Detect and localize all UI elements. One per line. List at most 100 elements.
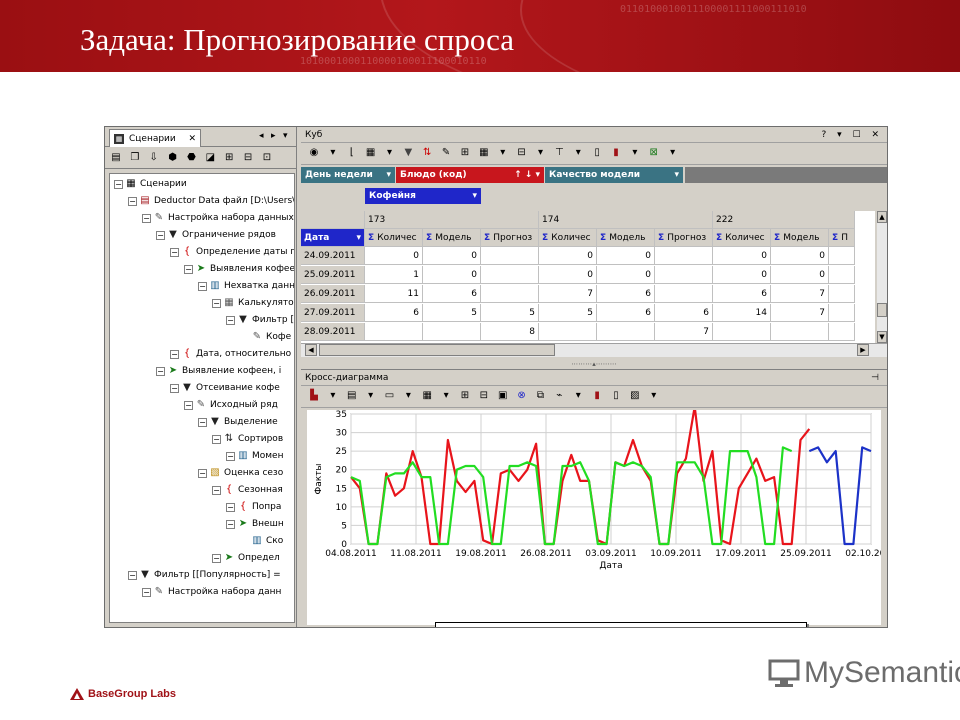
tree-node[interactable]: − ✎ Настройка набора данных bbox=[142, 210, 294, 226]
cube-horizontal-scrollbar[interactable]: ◀ ▶ bbox=[301, 343, 887, 357]
chevron-down-icon[interactable]: ▾ bbox=[666, 146, 680, 160]
table-cell[interactable] bbox=[655, 285, 713, 303]
tree-expand-toggle[interactable]: − bbox=[226, 502, 235, 512]
table-cell[interactable]: 0 bbox=[539, 266, 597, 284]
properties-icon[interactable]: ▤ bbox=[109, 151, 123, 165]
chevron-down-icon[interactable]: ▾ bbox=[401, 389, 415, 403]
chevron-down-icon[interactable]: ▾ bbox=[674, 167, 679, 183]
chevron-down-icon[interactable]: ▾ bbox=[571, 146, 585, 160]
series-icon[interactable]: ▤ bbox=[345, 389, 359, 403]
chevron-down-icon[interactable]: ▾ bbox=[647, 389, 661, 403]
close-icon[interactable]: ✕ bbox=[188, 131, 196, 147]
chevron-down-icon[interactable]: ▾ bbox=[326, 389, 340, 403]
tree-node[interactable]: − ▼ Выделение bbox=[198, 414, 278, 430]
panel-splitter[interactable]: ⋯⋯⋯▴⋯⋯⋯ bbox=[301, 359, 887, 369]
scroll-right-icon[interactable]: ▶ bbox=[857, 344, 869, 356]
table-cell[interactable]: 6 bbox=[597, 285, 655, 303]
tree-expand-toggle[interactable]: − bbox=[170, 247, 179, 257]
table-cell[interactable]: 0 bbox=[365, 247, 423, 265]
chevron-down-icon[interactable]: ▾ bbox=[326, 146, 340, 160]
tree-node[interactable]: − ➤ Определ bbox=[212, 550, 280, 566]
tree-node[interactable]: ▥ Ско bbox=[240, 533, 283, 549]
table-cell[interactable]: 0 bbox=[713, 266, 771, 284]
tree-node[interactable]: − ▤ Deductor Data файл [D:\Users\ bbox=[128, 193, 294, 209]
cube-vertical-scrollbar[interactable]: ▲ ▼ bbox=[877, 211, 887, 343]
scroll-thumb[interactable] bbox=[319, 344, 555, 356]
dimension-model-quality[interactable]: Качество модели ▾ bbox=[545, 167, 683, 183]
sort-icon[interactable]: ⇅ bbox=[420, 146, 434, 160]
table-cell[interactable]: 5 bbox=[423, 304, 481, 322]
tree-expand-toggle[interactable]: − bbox=[198, 417, 207, 427]
excel-export-icon[interactable]: ⊠ bbox=[647, 146, 661, 160]
tree-expand-toggle[interactable]: − bbox=[184, 400, 193, 410]
table-cell[interactable] bbox=[829, 266, 855, 284]
scroll-down-icon[interactable]: ▼ bbox=[877, 331, 887, 343]
chevron-down-icon[interactable]: ▾ bbox=[628, 146, 642, 160]
table-cell[interactable] bbox=[365, 323, 423, 341]
row-date-header[interactable]: 25.09.2011 bbox=[301, 266, 365, 284]
tree-collapse-icon[interactable]: ⊟ bbox=[241, 151, 255, 165]
table-cell[interactable]: 0 bbox=[771, 247, 829, 265]
tree-expand-toggle[interactable]: − bbox=[212, 434, 221, 444]
next-tab-icon[interactable]: ▸ bbox=[271, 131, 276, 141]
view-icon[interactable]: ◪ bbox=[203, 151, 217, 165]
cross-table-icon[interactable]: ⊞ bbox=[458, 389, 472, 403]
tree-expand-toggle[interactable]: − bbox=[142, 213, 151, 223]
table-cell[interactable]: 5 bbox=[481, 304, 539, 322]
chevron-down-icon[interactable]: ▾ bbox=[439, 389, 453, 403]
measure-header[interactable]: Σ Количес bbox=[539, 229, 597, 247]
view-mode-icon[interactable]: ◉ bbox=[307, 146, 321, 160]
measure-header[interactable]: Σ Количес bbox=[713, 229, 771, 247]
filter-icon[interactable]: ▼ bbox=[401, 146, 415, 160]
measure-header[interactable]: Σ Количес bbox=[365, 229, 423, 247]
measure-header[interactable]: Σ Модель bbox=[771, 229, 829, 247]
row-date-header[interactable]: 26.09.2011 bbox=[301, 285, 365, 303]
table-cell[interactable]: 1 bbox=[365, 266, 423, 284]
tree-node[interactable]: −{Попра bbox=[226, 499, 281, 515]
dimensions-icon[interactable]: ▦ bbox=[364, 146, 378, 160]
clear-icon[interactable]: ⊗ bbox=[515, 389, 529, 403]
table-cell[interactable]: 6 bbox=[655, 304, 713, 322]
measure-header[interactable]: Σ Модель bbox=[597, 229, 655, 247]
table-cell[interactable] bbox=[655, 247, 713, 265]
tree-node[interactable]: − ▥ Момен bbox=[226, 448, 283, 464]
tree-node[interactable]: − ▼ Фильтр [ bbox=[226, 312, 294, 328]
tree-node[interactable]: − ✎ Настройка набора данн bbox=[142, 584, 281, 600]
table-cell[interactable]: 7 bbox=[539, 285, 597, 303]
tree-expand-toggle[interactable]: − bbox=[212, 298, 221, 308]
clipboard-icon[interactable]: ▯ bbox=[609, 389, 623, 403]
export-icon[interactable]: ⬣ bbox=[185, 151, 199, 165]
tree-expand-toggle[interactable]: − bbox=[114, 179, 123, 189]
tree-expand-toggle[interactable]: − bbox=[156, 366, 165, 376]
pin-icon[interactable]: ⊣ bbox=[871, 370, 883, 386]
tree-node[interactable]: − ➤ Внешн bbox=[226, 516, 284, 532]
tree-expand-toggle[interactable]: − bbox=[128, 570, 137, 580]
table-cell[interactable] bbox=[655, 266, 713, 284]
tree-node[interactable]: − ▧ Оценка сезо bbox=[198, 465, 283, 481]
tree-node[interactable]: − ▼ Фильтр [[Популярность] = bbox=[128, 567, 281, 583]
tree-node[interactable]: −{Дата, относительно bbox=[170, 346, 291, 362]
column-group-header[interactable]: 173 bbox=[365, 211, 539, 229]
table-cell[interactable] bbox=[771, 323, 829, 341]
copy-icon[interactable]: ❐ bbox=[128, 151, 142, 165]
table-cell[interactable] bbox=[829, 247, 855, 265]
measure-header[interactable]: Σ Модель bbox=[423, 229, 481, 247]
chart-type-icon[interactable]: ▙ bbox=[307, 389, 321, 403]
chevron-down-icon[interactable]: ▾ bbox=[386, 167, 391, 183]
column-group-header[interactable]: 174 bbox=[539, 211, 713, 229]
tree-expand-toggle[interactable]: − bbox=[156, 230, 165, 240]
chevron-down-icon[interactable]: ▾ bbox=[364, 389, 378, 403]
cross-table-icon[interactable]: ⊞ bbox=[458, 146, 472, 160]
table-cell[interactable] bbox=[481, 266, 539, 284]
table-cell[interactable]: 14 bbox=[713, 304, 771, 322]
tree-expand-toggle[interactable]: − bbox=[142, 587, 151, 597]
dimension-coffee-shop[interactable]: Кофейня ▾ bbox=[365, 188, 481, 204]
row-dimension-date[interactable]: Дата ▾ bbox=[301, 229, 365, 247]
details-icon[interactable]: ⊟ bbox=[515, 146, 529, 160]
table-cell[interactable]: 7 bbox=[771, 285, 829, 303]
tree-expand-toggle[interactable]: − bbox=[170, 383, 179, 393]
table-cell[interactable]: 0 bbox=[597, 247, 655, 265]
tab-menu-icon[interactable]: ▾ bbox=[283, 131, 288, 141]
table-cell[interactable]: 0 bbox=[713, 247, 771, 265]
tree-node[interactable]: − ▥ Нехватка данн bbox=[198, 278, 294, 294]
